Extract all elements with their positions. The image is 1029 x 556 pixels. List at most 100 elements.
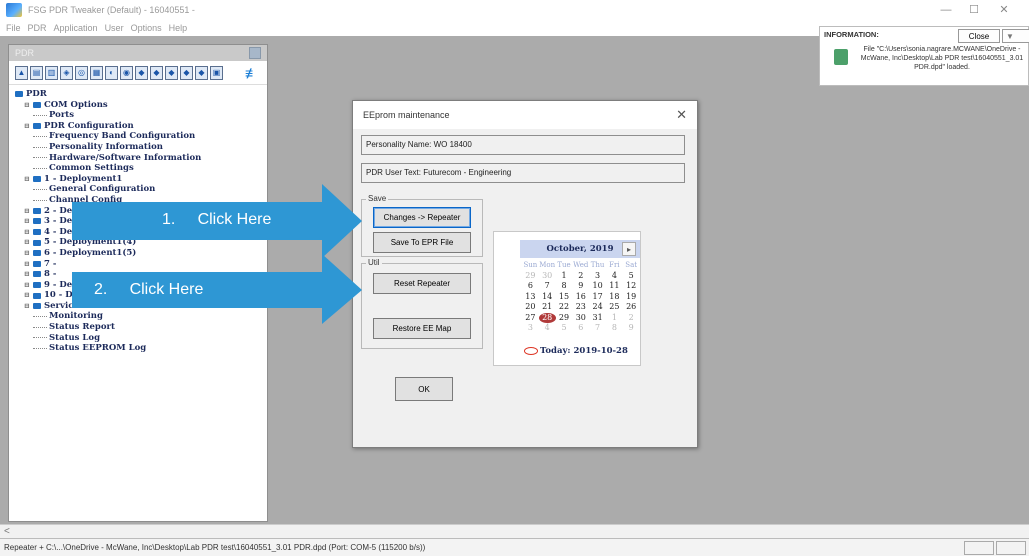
tree-item[interactable]: ⊟ PDR Configuration xyxy=(15,121,267,132)
calendar-today[interactable]: Today: 2019-10-28 xyxy=(524,346,628,356)
calendar-day[interactable]: 17 xyxy=(589,292,606,303)
calendar-day[interactable]: 22 xyxy=(556,302,573,313)
reset-repeater-button[interactable]: Reset Repeater xyxy=(373,273,471,294)
expand-icon[interactable]: ⊟ xyxy=(24,237,32,248)
calendar-selected-day[interactable]: 28 xyxy=(538,312,556,323)
calendar-day[interactable]: 8 xyxy=(556,281,573,292)
save-to-epr-file-button[interactable]: Save To EPR File xyxy=(373,232,471,253)
toolbar-tool-icon[interactable]: ◎ xyxy=(75,65,88,80)
calendar-day[interactable]: 9 xyxy=(572,281,589,292)
calendar-day[interactable]: 25 xyxy=(606,302,623,313)
restore-ee-map-button[interactable]: Restore EE Map xyxy=(373,318,471,339)
calendar-day[interactable]: 14 xyxy=(539,292,556,303)
calendar-day[interactable]: 13 xyxy=(522,292,539,303)
expand-icon[interactable]: ⊟ xyxy=(24,290,32,301)
minimize-button[interactable]: — xyxy=(934,2,958,18)
toolbar-tool-icon[interactable]: ▥ xyxy=(45,65,58,80)
toolbar-tool-icon[interactable]: ▦ xyxy=(90,65,103,80)
expand-icon[interactable]: ⊟ xyxy=(24,100,32,111)
toolbar-tool-icon[interactable]: ◆ xyxy=(165,65,178,80)
toolbar-tool-icon[interactable]: ▲ xyxy=(15,65,28,80)
calendar-day[interactable]: 29 xyxy=(556,313,573,324)
calendar-day[interactable]: 8 xyxy=(606,323,623,334)
calendar-day[interactable]: 1 xyxy=(606,313,623,324)
calendar-day[interactable]: 18 xyxy=(606,292,623,303)
calendar-day[interactable]: 19 xyxy=(623,292,640,303)
horizontal-scrollbar[interactable]: < xyxy=(0,524,1029,538)
ok-button[interactable]: OK xyxy=(395,377,453,401)
tree-item[interactable]: Status Log xyxy=(15,333,267,344)
calendar-day[interactable]: 29 xyxy=(522,271,539,282)
toolbar-tool-icon[interactable]: ◆ xyxy=(135,65,148,80)
calendar-day[interactable]: 3 xyxy=(589,271,606,282)
expand-icon[interactable]: ⊟ xyxy=(24,269,32,280)
toolbar-tool-icon[interactable]: ◐ xyxy=(105,65,118,80)
menu-help[interactable]: Help xyxy=(169,23,188,33)
calendar-day[interactable]: 30 xyxy=(572,313,589,324)
tree-item[interactable]: Personality Information xyxy=(15,142,267,153)
toolbar-tool-icon[interactable]: ◆ xyxy=(195,65,208,80)
calendar-day[interactable]: 23 xyxy=(572,302,589,313)
expand-icon[interactable]: ⊟ xyxy=(24,248,32,259)
calendar-day[interactable]: 10 xyxy=(589,281,606,292)
calendar-day[interactable]: 31 xyxy=(589,313,606,324)
tree-item[interactable]: PDR xyxy=(15,89,267,100)
menu-application[interactable]: Application xyxy=(54,23,98,33)
calendar-day[interactable]: 2 xyxy=(572,271,589,282)
tree-item[interactable]: Status EEPROM Log xyxy=(15,343,267,354)
calendar-day[interactable]: 5 xyxy=(556,323,573,334)
calendar-day[interactable]: 6 xyxy=(522,281,539,292)
tree-item[interactable]: Hardware/Software Information xyxy=(15,153,267,164)
calendar-day[interactable]: 5 xyxy=(623,271,640,282)
expand-icon[interactable]: ⊟ xyxy=(24,121,32,132)
toolbar-tool-icon[interactable]: ◆ xyxy=(180,65,193,80)
expand-icon[interactable]: ⊟ xyxy=(24,280,32,291)
toolbar-tool-icon[interactable]: ◈ xyxy=(60,65,73,80)
expand-icon[interactable]: ⊟ xyxy=(24,301,32,312)
tree-item[interactable]: ⊟ COM Options xyxy=(15,100,267,111)
pin-icon[interactable] xyxy=(249,47,261,59)
info-close-button[interactable]: Close xyxy=(958,29,1000,43)
calendar-day[interactable]: 4 xyxy=(539,323,556,334)
toolbar-tool-icon[interactable]: ▤ xyxy=(30,65,43,80)
menu-options[interactable]: Options xyxy=(131,23,162,33)
calendar-day[interactable]: 7 xyxy=(539,281,556,292)
calendar-day[interactable]: 6 xyxy=(572,323,589,334)
calendar-day[interactable]: 7 xyxy=(589,323,606,334)
expand-icon[interactable]: ⊟ xyxy=(24,216,32,227)
calendar-day[interactable]: 9 xyxy=(623,323,640,334)
changes-to-repeater-button[interactable]: Changes -> Repeater xyxy=(373,207,471,228)
info-more-button[interactable]: ▼ xyxy=(1002,29,1029,43)
calendar-day[interactable]: 2 xyxy=(623,313,640,324)
tree-item[interactable]: Ports xyxy=(15,110,267,121)
tree-item[interactable]: ⊟ 1 - Deployment1 xyxy=(15,174,267,185)
expand-icon[interactable]: ⊟ xyxy=(24,227,32,238)
calendar-day[interactable]: 21 xyxy=(539,302,556,313)
menu-user[interactable]: User xyxy=(105,23,124,33)
toolbar-tool-icon[interactable]: ◉ xyxy=(120,65,133,80)
expand-icon[interactable]: ⊟ xyxy=(24,259,32,270)
tree-item[interactable]: Common Settings xyxy=(15,163,267,174)
calendar-day[interactable]: 1 xyxy=(556,271,573,282)
dialog-close-icon[interactable]: ✕ xyxy=(676,107,687,123)
calendar-day[interactable]: 11 xyxy=(606,281,623,292)
maximize-button[interactable]: ☐ xyxy=(962,2,986,18)
menu-file[interactable]: File xyxy=(6,23,21,33)
toolbar-tool-icon[interactable]: ▣ xyxy=(210,65,223,80)
calendar-day[interactable]: 26 xyxy=(623,302,640,313)
menu-pdr[interactable]: PDR xyxy=(28,23,47,33)
expand-icon[interactable]: ⊟ xyxy=(24,206,32,217)
tree-item[interactable]: Frequency Band Configuration xyxy=(15,131,267,142)
calendar-day[interactable]: 12 xyxy=(623,281,640,292)
calendar-day[interactable]: 15 xyxy=(556,292,573,303)
calendar-day[interactable]: 3 xyxy=(522,323,539,334)
calendar-day[interactable]: 16 xyxy=(572,292,589,303)
calendar-day[interactable]: 20 xyxy=(522,302,539,313)
toolbar-tool-icon[interactable]: ◆ xyxy=(150,65,163,80)
calendar-day[interactable]: 30 xyxy=(539,271,556,282)
calendar-day[interactable]: 24 xyxy=(589,302,606,313)
expand-icon[interactable]: ⊟ xyxy=(24,174,32,185)
calendar-day[interactable]: 27 xyxy=(522,313,539,324)
scroll-left-icon[interactable]: < xyxy=(4,525,10,539)
calendar-next-month-icon[interactable]: ▸ xyxy=(622,242,636,256)
